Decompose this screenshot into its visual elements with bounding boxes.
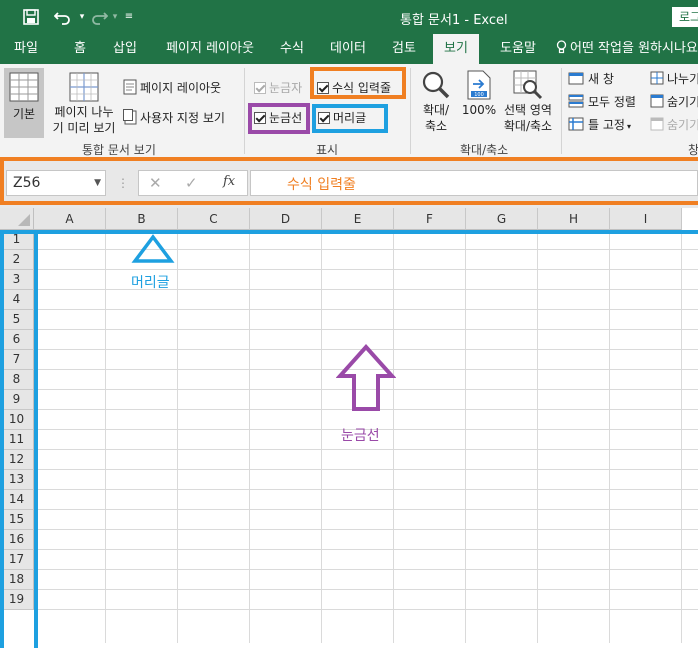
hide-icon [650,94,664,108]
tab-file[interactable]: 파일 [4,34,48,64]
zoom-button[interactable]: 확대/ 축소 [416,70,456,138]
zoom-label-2: 축소 [424,119,448,133]
zoom-100-label: 100% [461,103,497,117]
redo-dropdown-icon[interactable]: ▾ [110,6,120,28]
page-break-preview-label-2: 기 미리 보기 [52,121,116,135]
zoom-to-selection-button[interactable]: 선택 영역 확대/축소 [500,70,556,138]
tab-formulas[interactable]: 수식 [270,34,314,64]
title-bar: ▾ ▾ ≡ 통합 문서1 - Excel 로그 [0,0,698,34]
checkbox-check-icon [254,82,266,94]
group-separator [561,68,562,154]
page-layout-icon [123,79,137,95]
column-header[interactable]: F [394,208,466,230]
split-icon [650,71,664,85]
column-header[interactable]: A [34,208,106,230]
page-break-preview-label-1: 페이지 나누 [54,105,114,119]
hide-button[interactable]: 숨기기 [650,92,698,112]
column-header[interactable]: D [250,208,322,230]
freeze-panes-icon [568,117,584,131]
ribbon-view: 기본 페이지 나누 기 미리 보기 페이지 레이아웃 사용자 지정 보기 통합 … [0,64,698,158]
window-title: 통합 문서1 - Excel [400,13,508,28]
tab-review[interactable]: 검토 [382,34,426,64]
new-window-icon [568,71,584,85]
gridlines-annotation: 눈금선 [341,428,380,444]
page-layout-view-button[interactable]: 페이지 레이아웃 [123,78,221,98]
login-button[interactable]: 로그 [672,7,698,27]
headings-highlight-frame-left [0,230,38,648]
up-triangle-icon [131,234,175,263]
tab-view[interactable]: 보기 [433,34,479,64]
split-label: 나누기 [667,72,698,86]
column-header[interactable]: G [466,208,538,230]
unhide-button[interactable]: 숨기기 [650,115,698,135]
page-layout-label: 페이지 레이아웃 [140,81,222,95]
normal-view-label: 기본 [12,107,36,121]
freeze-panes-button[interactable]: 틀 고정 ▾ [568,115,631,135]
dropdown-icon: ▾ [626,122,631,131]
svg-text:100: 100 [474,92,484,98]
tell-me-search[interactable]: 어떤 작업을 원하시나요 [556,34,698,64]
normal-view-button[interactable]: 기본 [4,68,44,138]
arrange-all-label: 모두 정렬 [588,95,636,109]
customize-icon[interactable]: ≡ [120,6,138,28]
unhide-icon [650,117,664,131]
zoom-selection-label-2: 확대/축소 [503,119,553,133]
zoom-100-icon: 100 [466,70,492,100]
group-label-show: 표시 [316,143,339,157]
lightbulb-icon [556,34,567,64]
tell-me-text: 어떤 작업을 원하시나요 [570,41,698,56]
save-icon[interactable] [20,6,42,28]
column-header[interactable]: I [610,208,682,230]
page-break-preview-button[interactable]: 페이지 나누 기 미리 보기 [48,68,120,138]
formula-bar-highlight-box [310,67,406,99]
hide-label: 숨기기 [667,95,698,109]
group-label-window: 창 [688,143,698,157]
zoom-selection-label-1: 선택 영역 [504,103,552,117]
undo-icon[interactable] [50,6,76,28]
split-button[interactable]: 나누기 [650,69,698,89]
group-label-zoom: 확대/축소 [460,143,509,157]
headings-highlight-box [312,104,388,133]
ruler-checkbox[interactable]: 눈금자 [254,78,302,98]
column-header[interactable]: C [178,208,250,230]
ruler-label: 눈금자 [269,81,303,95]
group-separator [410,68,411,154]
custom-views-button[interactable]: 사용자 지정 보기 [123,108,225,128]
zoom-100-button[interactable]: 100 100% [460,70,498,138]
magnifier-icon [421,70,451,100]
new-window-label: 새 창 [588,72,614,86]
tab-home[interactable]: 홈 [60,34,100,64]
tab-insert[interactable]: 삽입 [103,34,147,64]
select-all-corner[interactable] [0,208,34,230]
new-window-button[interactable]: 새 창 [568,69,614,89]
custom-views-icon [123,109,137,125]
group-label-workbook-views: 통합 문서 보기 [82,143,156,157]
arrange-all-icon [568,94,584,108]
column-header[interactable]: E [322,208,394,230]
formula-bar-annotation: 수식 입력줄 [287,177,356,193]
page-break-preview-icon [69,72,99,102]
tab-page-layout[interactable]: 페이지 레이아웃 [156,34,264,64]
redo-icon[interactable] [88,6,110,28]
zoom-label-1: 확대/ [422,103,450,117]
tab-data[interactable]: 데이터 [322,34,374,64]
freeze-panes-label: 틀 고정 [588,118,625,132]
arrange-all-button[interactable]: 모두 정렬 [568,92,636,112]
column-header[interactable]: B [106,208,178,230]
unhide-label: 숨기기 [667,118,698,132]
gridlines-highlight-box [248,103,310,134]
headings-annotation: 머리글 [131,275,170,291]
zoom-selection-icon [513,70,543,100]
undo-dropdown-icon[interactable]: ▾ [76,6,88,28]
group-separator [244,68,245,154]
column-header[interactable]: H [538,208,610,230]
tab-help[interactable]: 도움말 [489,34,547,64]
ribbon-tabs: 파일 홈 삽입 페이지 레이아웃 수식 데이터 검토 보기 도움말 어떤 작업을… [0,34,698,64]
custom-views-label: 사용자 지정 보기 [140,111,225,125]
normal-view-icon [9,72,39,102]
up-arrow-icon [336,344,396,411]
